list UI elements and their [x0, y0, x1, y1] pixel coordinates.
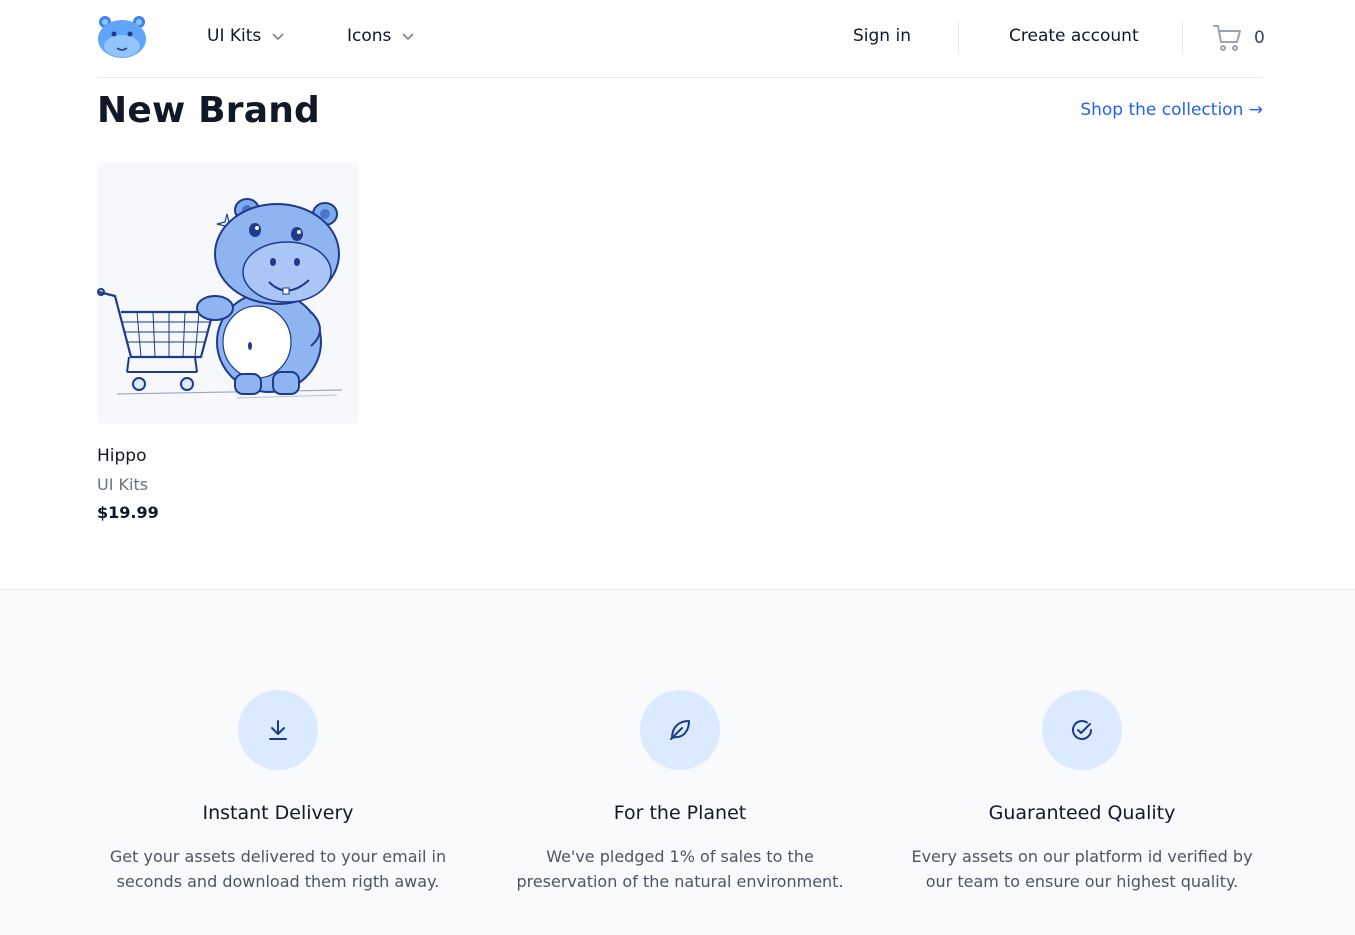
header-divider — [958, 22, 959, 54]
feature-description: Get your assets delivered to your email … — [109, 847, 447, 891]
nav-ui-kits-label: UI Kits — [207, 26, 262, 46]
leaf-icon — [670, 720, 690, 740]
chevron-down-icon — [272, 33, 284, 41]
create-account-link[interactable]: Create account — [1009, 26, 1139, 46]
product-price: $19.99 — [97, 503, 159, 522]
cart-button[interactable]: 0 — [1212, 22, 1265, 54]
feature-guaranteed-quality: Guaranteed Quality Every assets on our p… — [902, 690, 1262, 894]
shop-collection-link[interactable]: Shop the collection → — [1080, 100, 1263, 120]
chevron-down-icon — [402, 33, 414, 41]
header-divider — [1182, 22, 1183, 54]
feature-title: For the Planet — [613, 802, 747, 824]
top-navbar: UI Kits Icons Sign in Create account 0 — [97, 0, 1265, 78]
feature-icon-circle — [640, 690, 720, 770]
cart-count: 0 — [1254, 28, 1265, 48]
feature-description: We've pledged 1% of sales to the preserv… — [516, 847, 844, 891]
feature-title: Instant Delivery — [202, 802, 354, 824]
hippo-cart-illustration — [97, 162, 359, 424]
product-name[interactable]: Hippo — [97, 446, 359, 466]
features-section: Instant Delivery Get your assets deliver… — [0, 589, 1355, 935]
product-image[interactable] — [97, 162, 359, 424]
nav-icons-label: Icons — [347, 26, 392, 46]
hippo-logo-icon[interactable] — [97, 15, 147, 59]
check-circle-icon — [1072, 720, 1092, 740]
page-container: UI Kits Icons Sign in Create account 0 N… — [97, 0, 1265, 522]
feature-icon-circle — [1042, 690, 1122, 770]
sign-in-link[interactable]: Sign in — [853, 26, 911, 46]
product-category: UI Kits — [97, 475, 149, 494]
shopping-cart-icon — [1213, 25, 1241, 51]
nav-ui-kits[interactable]: UI Kits — [207, 26, 285, 46]
feature-description: Every assets on our platform id verified… — [911, 847, 1253, 891]
feature-instant-delivery: Instant Delivery Get your assets deliver… — [98, 690, 458, 894]
section-header: New Brand Shop the collection → — [97, 78, 1263, 158]
product-card[interactable]: Hippo UI Kits $19.99 — [97, 162, 359, 522]
feature-title: Guaranteed Quality — [988, 802, 1176, 824]
feature-icon-circle — [238, 690, 318, 770]
feature-for-the-planet: For the Planet We've pledged 1% of sales… — [500, 690, 860, 894]
page-title: New Brand — [97, 90, 321, 131]
download-icon — [269, 720, 287, 740]
nav-icons[interactable]: Icons — [347, 26, 415, 46]
